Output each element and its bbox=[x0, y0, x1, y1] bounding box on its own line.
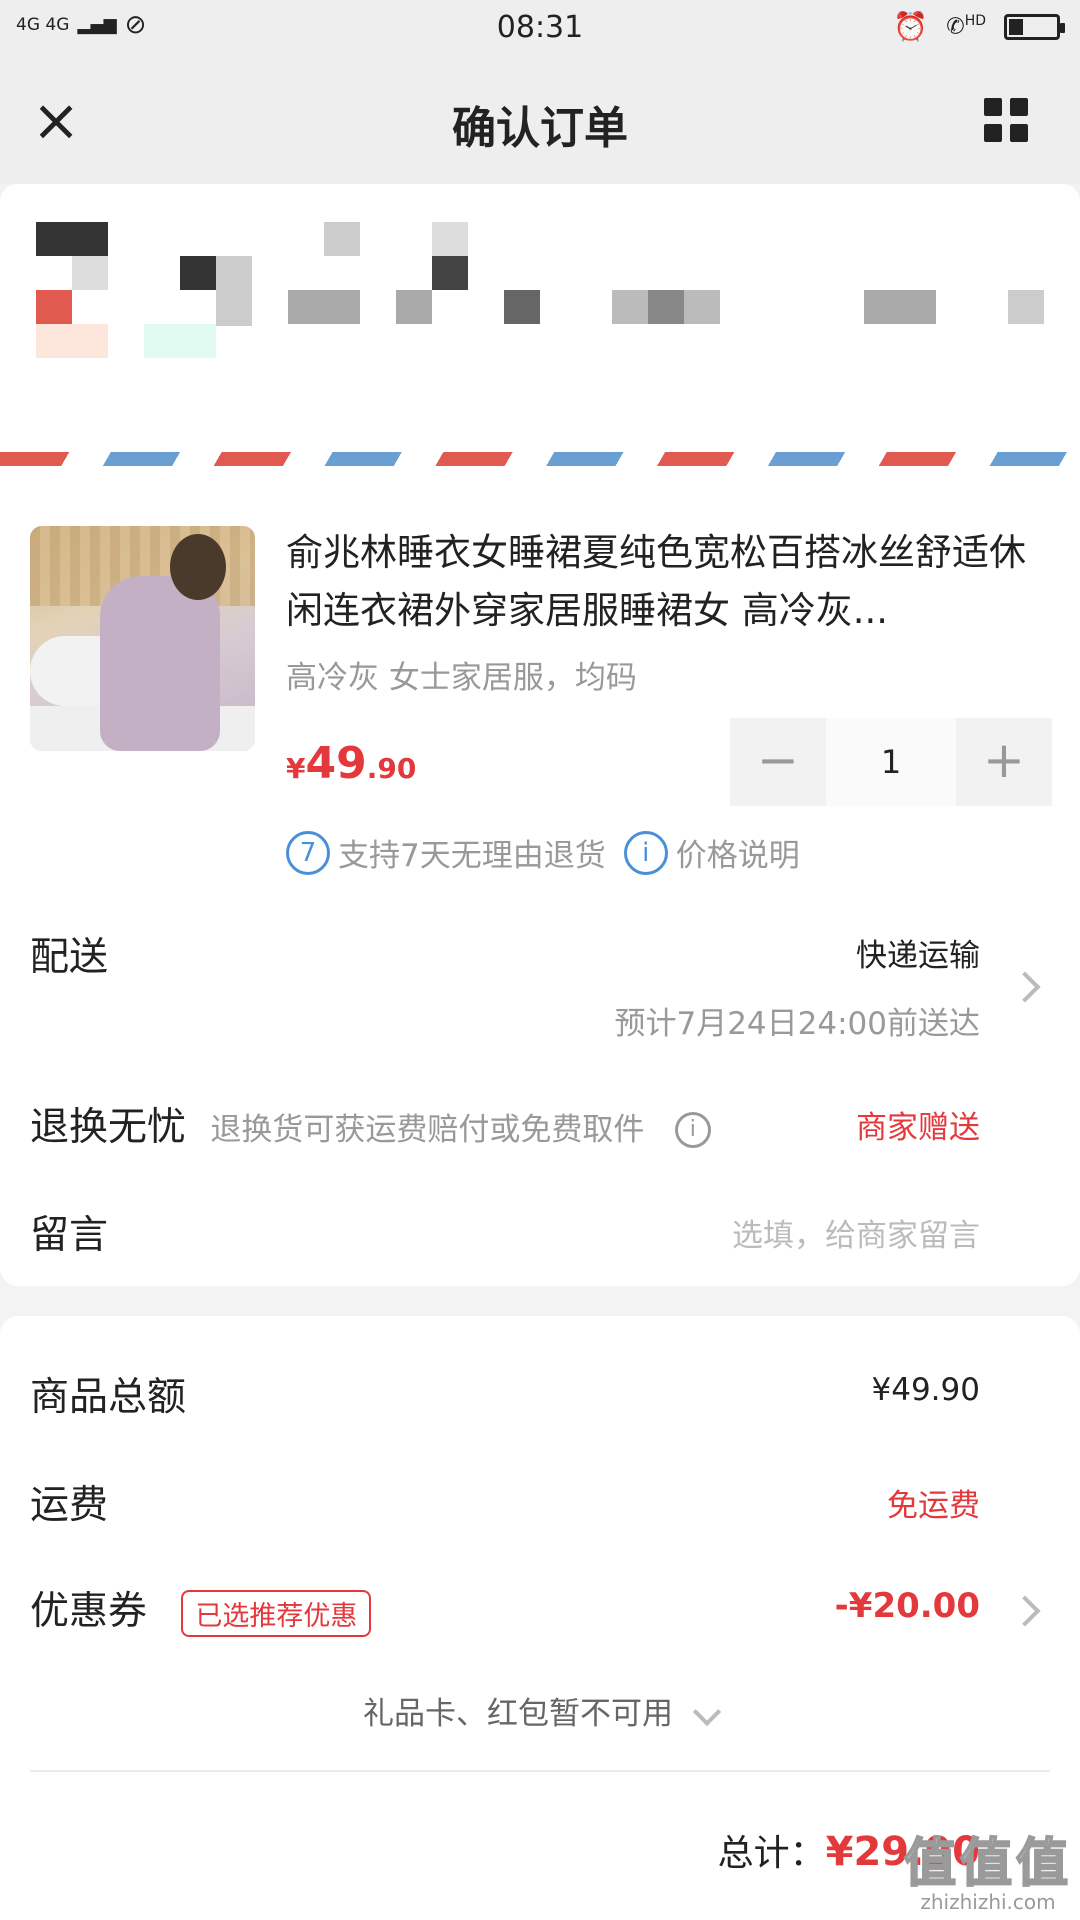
watermark-text: 值值值 bbox=[903, 1833, 1072, 1895]
return-worry-free-label: 退换无忧 退换货可获运费赔付或免费取件 i bbox=[30, 1096, 719, 1152]
delivery-row[interactable]: 配送 快递运输 预计7月24日24:00前送达 bbox=[30, 926, 1050, 1056]
guarantee-row: 7 支持7天无理由退货 i 价格说明 bbox=[286, 830, 800, 875]
product-price: ¥49.90 bbox=[286, 738, 416, 789]
chevron-down-icon bbox=[692, 1697, 722, 1726]
chevron-right-icon bbox=[1009, 971, 1041, 1003]
shipping-label: 运费 bbox=[30, 1483, 109, 1528]
return-worry-free-row[interactable]: 退换无忧 退换货可获运费赔付或免费取件 i 商家赠送 bbox=[30, 1096, 1050, 1156]
hd-label: HD bbox=[964, 13, 986, 30]
coupon-row[interactable]: 优惠券 已选推荐优惠 -¥20.00 bbox=[30, 1580, 1050, 1640]
quantity-stepper: − 1 + bbox=[730, 718, 1052, 806]
status-bar: 4G 4G ▂▄▆ ⊘ 08:31 ⏰ ✆HD bbox=[0, 0, 1080, 56]
info-icon: i bbox=[623, 830, 668, 875]
quantity-plus-button[interactable]: + bbox=[956, 718, 1052, 806]
product-title[interactable]: 俞兆林睡衣女睡裙夏纯色宽松百搭冰丝舒适休闲连衣裙外穿家居服睡裙女 高冷灰... bbox=[286, 524, 1046, 640]
coupon-label-group: 优惠券 已选推荐优惠 bbox=[30, 1580, 372, 1637]
coupon-value: -¥20.00 bbox=[834, 1586, 980, 1626]
quantity-value[interactable]: 1 bbox=[826, 718, 956, 806]
product-spec: 高冷灰 女士家居服，均码 bbox=[286, 660, 637, 696]
hd-call-icon: ✆HD bbox=[946, 13, 986, 40]
product-card: 俞兆林睡衣女睡裙夏纯色宽松百搭冰丝舒适休闲连衣裙外穿家居服睡裙女 高冷灰... … bbox=[0, 466, 1080, 1286]
alarm-icon: ⏰ bbox=[893, 10, 929, 43]
quantity-minus-button[interactable]: − bbox=[730, 718, 826, 806]
message-label: 留言 bbox=[30, 1213, 109, 1258]
delivery-method: 快递运输 bbox=[856, 938, 980, 974]
seven-day-return-text[interactable]: 支持7天无理由退货 bbox=[338, 830, 606, 875]
message-row[interactable]: 留言 选填，给商家留言 bbox=[30, 1204, 1050, 1264]
seven-day-return-icon: 7 bbox=[286, 830, 330, 875]
return-worry-free-desc: 退换货可获运费赔付或免费取件 bbox=[210, 1112, 645, 1148]
watermark-logo: 值值值 zhizhizhi.com bbox=[903, 1821, 1072, 1914]
return-info-icon[interactable]: i bbox=[674, 1111, 711, 1148]
price-note-link[interactable]: 价格说明 bbox=[676, 830, 800, 875]
address-card[interactable] bbox=[0, 184, 1080, 468]
divider bbox=[30, 1770, 1050, 1772]
coupon-label: 优惠券 bbox=[30, 1589, 148, 1634]
goods-total-label: 商品总额 bbox=[30, 1375, 187, 1420]
nav-bar: × 确认订单 bbox=[0, 56, 1080, 184]
address-blur bbox=[36, 222, 108, 256]
page-title: 确认订单 bbox=[452, 103, 628, 154]
return-worry-free-title: 退换无忧 bbox=[30, 1105, 187, 1150]
status-right: ⏰ ✆HD bbox=[893, 10, 1065, 43]
price-integer: 49 bbox=[305, 738, 367, 789]
coupon-tag: 已选推荐优惠 bbox=[181, 1590, 372, 1637]
airmail-border bbox=[0, 452, 1080, 466]
price-currency: ¥ bbox=[286, 752, 306, 785]
battery-icon bbox=[1004, 13, 1065, 40]
shipping-value: 免运费 bbox=[887, 1488, 980, 1524]
product-image[interactable] bbox=[30, 526, 255, 751]
price-decimal: .90 bbox=[366, 752, 417, 785]
grid-menu-icon[interactable] bbox=[984, 98, 1028, 142]
delivery-label: 配送 bbox=[30, 935, 109, 980]
summary-card: 商品总额 ¥49.90 运费 免运费 优惠券 已选推荐优惠 -¥20.00 礼品… bbox=[0, 1316, 1080, 1920]
watermark-url: zhizhizhi.com bbox=[920, 1890, 1056, 1914]
gift-card-text: 礼品卡、红包暂不可用 bbox=[363, 1696, 673, 1732]
chevron-right-icon bbox=[1009, 1595, 1041, 1627]
return-worry-free-value: 商家赠送 bbox=[856, 1110, 980, 1146]
total-label: 总计： bbox=[717, 1833, 826, 1874]
gift-card-row[interactable]: 礼品卡、红包暂不可用 bbox=[0, 1688, 1080, 1733]
message-input[interactable]: 选填，给商家留言 bbox=[732, 1210, 980, 1255]
delivery-eta: 预计7月24日24:00前送达 bbox=[614, 1006, 980, 1042]
battery-fill bbox=[1009, 18, 1023, 35]
goods-total-value: ¥49.90 bbox=[871, 1372, 980, 1408]
